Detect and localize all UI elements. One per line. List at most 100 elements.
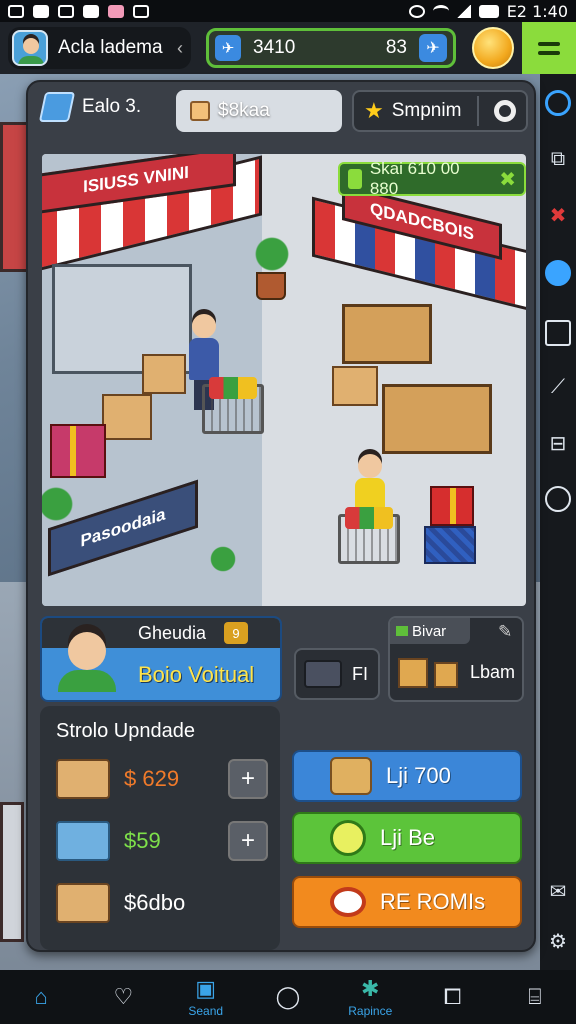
nav-rewards[interactable]: ✱ Rapince [340,972,400,1022]
stock-box [142,354,186,394]
box-icon [434,662,458,688]
right-sidebar: ⧉ ✖ ⟋ ⊟ ✉ ⚙ [540,74,576,970]
menu-button[interactable] [522,22,576,74]
tag-icon [83,4,99,18]
upgrades-panel: Strolo Upndade $ 629 + $59 + $6dbo [40,706,280,950]
puzzle-icon[interactable]: ✖ [545,202,571,228]
upgrade-price: $ 629 [124,766,180,791]
compass-icon[interactable] [545,260,571,286]
action-button-3[interactable]: RE ROMIs [292,876,522,928]
wifi-icon [432,5,449,17]
controller-icon [133,4,149,18]
circle-icon[interactable] [545,486,571,512]
action-label: RE ROMIs [380,889,486,914]
stock-box [102,394,152,440]
manager-card[interactable]: Gheudia 9 Boio Voitual [40,616,282,702]
upgrade-row: $6dbo [56,878,268,928]
boxes-icon [56,883,110,923]
box-icon [398,658,428,688]
alarm-icon [408,4,425,18]
manager-avatar [56,626,118,692]
delivery-chip[interactable]: FI [294,648,380,700]
manager-badge: 9 [224,622,248,644]
search-icon [330,820,366,856]
folder-icon[interactable]: ⊟ [545,430,571,456]
store-icon: ⌸ [528,984,542,1009]
upgrade-row: $59 + [56,816,268,866]
target-icon[interactable] [545,90,571,116]
upgrade-row: $ 629 + [56,754,268,804]
nav-home[interactable]: ⌂ [11,972,71,1022]
player-avatar [12,30,48,66]
star-icon: ★ [364,98,384,123]
search-chip[interactable]: $8kaa [176,90,342,132]
inventory-value: Lbam [470,662,516,682]
currency-value: 3410 [253,37,296,58]
shopping-cart [202,377,264,434]
close-icon[interactable]: ✖ [499,167,516,192]
signal-icon [456,4,471,18]
edit-icon[interactable]: ✎ [498,622,512,642]
nav-store[interactable]: ⌸ [505,972,565,1022]
inventory-label-wrap: Bivar [390,618,470,644]
manager-name: Gheudia [138,623,207,643]
mail-icon[interactable]: ✉ [545,878,571,904]
gift-box [430,486,474,526]
bag-icon: ▣ [195,976,217,1001]
store-scene[interactable]: ISIUSS VNINI QDADCBOIS Pasoodaia Skai 61… [42,154,526,606]
cash-register-icon [56,759,110,799]
eye-icon [8,4,24,18]
cube-icon [38,92,76,122]
nav-window[interactable]: ⧠ [423,972,483,1022]
inventory-chip[interactable]: Bivar ✎ Lbam [388,616,524,702]
cart-icon [56,821,110,861]
top-bar: Acla ladema ‹ ✈ 3410 83 ✈ [0,22,576,74]
settings-icon[interactable]: ⚙ [545,928,571,954]
upgrade-price: $6dbo [124,890,186,915]
plant [252,234,292,274]
image-icon[interactable]: ⧉ [545,146,571,172]
plant [208,544,238,574]
delivery-value: FI [352,663,368,684]
nav-label: Seand [188,1004,224,1018]
coin-icon[interactable] [472,27,514,69]
action-button-2[interactable]: Lji Be [292,812,522,864]
upgrade-price: $59 [124,828,161,853]
star-icon: ✱ [361,976,380,1001]
add-upgrade-button[interactable]: + [228,759,268,799]
nav-favorites[interactable]: ♡ [93,972,153,1022]
battery-icon [478,4,499,18]
currency-secondary: 83 [385,37,407,58]
inventory-label: Bivar [412,622,447,640]
bag-icon [190,101,210,121]
stars-chip[interactable]: ★ Smpnim [352,90,528,132]
gift-box [50,424,106,478]
panel-header: Ealo 3. $8kaa ★ Smpnim [38,88,528,134]
nav-chat[interactable]: ◯ [258,972,318,1022]
box-icon [330,757,372,795]
settings-icon[interactable] [494,100,516,122]
background-shelf [0,802,24,942]
action-label: Lji Be [380,825,436,850]
bonus-banner[interactable]: Skai 610 00 880 ✖ [338,159,526,198]
alert-icon [58,4,74,18]
action-label: Lji 700 [386,763,451,788]
basket [424,526,476,564]
stock-box [332,366,378,406]
home-icon: ⌂ [34,984,48,1009]
level-label: Ealo 3. [82,96,142,117]
currency-add-button[interactable]: ✈ [419,34,447,62]
add-upgrade-button[interactable]: + [228,821,268,861]
status-bar: E2 1:40 [0,0,576,22]
square-icon[interactable] [545,320,571,346]
player-profile[interactable]: Acla ladema ‹ [8,27,191,69]
level-indicator: Ealo 3. [38,92,142,122]
shopping-cart [338,507,400,564]
right-counter [342,304,432,364]
mail-icon [33,4,49,18]
link-icon[interactable]: ⟋ [545,374,571,400]
action-button-1[interactable]: Lji 700 [292,750,522,802]
window-icon: ⧠ [443,984,462,1009]
nav-search[interactable]: ▣ Seand [176,972,236,1022]
bottom-nav: ⌂ ♡ ▣ Seand ◯ ✱ Rapince ⧠ ⌸ [0,970,576,1024]
